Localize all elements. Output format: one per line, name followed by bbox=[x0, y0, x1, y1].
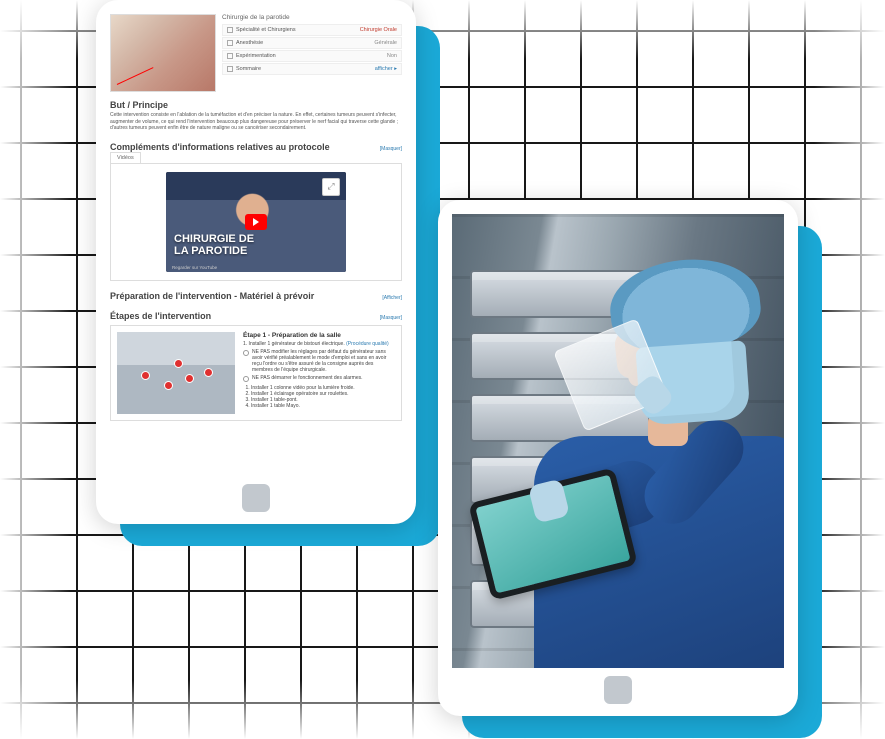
protocol-title: Chirurgie de la parotide bbox=[222, 14, 402, 21]
step-title: Étape 1 - Préparation de la salle bbox=[243, 332, 395, 339]
meta-row-experiment[interactable]: Expérimentation Non bbox=[222, 50, 402, 62]
radio-icon bbox=[243, 350, 249, 356]
step-check-1[interactable]: NE PAS modifier les réglages par défaut … bbox=[243, 349, 395, 373]
anatomy-diagram-image bbox=[110, 14, 216, 92]
step-list: Installer 1 colonne vidéo pour la lumièr… bbox=[251, 385, 395, 409]
hospital-icon bbox=[227, 53, 233, 59]
list-item: Installer 1 table Mayo. bbox=[251, 403, 395, 409]
right-tablet-frame bbox=[438, 200, 798, 716]
meta-label: Expérimentation bbox=[236, 53, 276, 59]
radio-icon bbox=[243, 376, 249, 382]
team-icon bbox=[227, 27, 233, 33]
operating-room-image bbox=[117, 332, 235, 414]
toggle-hide-link-2[interactable]: [Masquer] bbox=[380, 315, 402, 321]
protocol-app-screen: Chirurgie de la parotide Spécialité et C… bbox=[110, 14, 402, 476]
meta-value: Chirurgie Orale bbox=[360, 27, 397, 33]
meta-value: Générale bbox=[374, 40, 397, 46]
home-button-right[interactable] bbox=[604, 676, 632, 704]
video-panel: CHIRURGIE DE LA PAROTIDE Regarder sur Yo… bbox=[110, 163, 402, 281]
meta-label: Spécialité et Chirurgiens bbox=[236, 27, 296, 33]
meta-row-anesthesia[interactable]: Anesthésie Générale bbox=[222, 37, 402, 49]
tab-videos[interactable]: Vidéos bbox=[110, 152, 141, 163]
protocol-meta-panel: Chirurgie de la parotide Spécialité et C… bbox=[222, 14, 402, 92]
meta-label: Anesthésie bbox=[236, 40, 263, 46]
step-check-2[interactable]: NE PAS démarrer le fonctionnement des al… bbox=[243, 375, 395, 382]
left-tablet-frame: Chirurgie de la parotide Spécialité et C… bbox=[96, 0, 416, 524]
meta-value: Non bbox=[387, 53, 397, 59]
meta-row-specialty[interactable]: Spécialité et Chirurgiens Chirurgie Oral… bbox=[222, 24, 402, 36]
meta-value: afficher ▸ bbox=[375, 66, 397, 72]
step-subtitle: 1. Installer 1 générateur de bistouri él… bbox=[243, 341, 395, 347]
section-but-text: Cette intervention consiste en l'ablatio… bbox=[110, 112, 402, 132]
meta-row-summary[interactable]: Sommaire afficher ▸ bbox=[222, 63, 402, 75]
section-prep-title: Préparation de l'intervention - Matériel… bbox=[110, 291, 314, 301]
anesthesia-icon bbox=[227, 40, 233, 46]
usage-photo bbox=[452, 214, 784, 668]
toggle-show-link[interactable]: [Afficher] bbox=[382, 295, 402, 301]
step-1-card: Étape 1 - Préparation de la salle 1. Ins… bbox=[110, 325, 402, 421]
video-thumbnail[interactable]: CHIRURGIE DE LA PAROTIDE Regarder sur Yo… bbox=[166, 172, 346, 272]
quality-procedure-link[interactable]: (Procédure qualité) bbox=[346, 341, 389, 347]
play-icon bbox=[245, 214, 267, 230]
section-complements-title: Compléments d'informations relatives au … bbox=[110, 142, 330, 152]
watch-on-youtube: Regarder sur YouTube bbox=[172, 265, 217, 270]
meta-label: Sommaire bbox=[236, 66, 261, 72]
section-but-title: But / Principe bbox=[110, 100, 402, 110]
list-icon bbox=[227, 66, 233, 72]
home-button-left[interactable] bbox=[242, 484, 270, 512]
expand-icon[interactable]: ⤢ bbox=[322, 178, 340, 196]
section-steps-title: Étapes de l'intervention bbox=[110, 311, 211, 321]
video-overlay-title: CHIRURGIE DE LA PAROTIDE bbox=[174, 234, 254, 257]
toggle-hide-link[interactable]: [Masquer] bbox=[380, 146, 402, 152]
